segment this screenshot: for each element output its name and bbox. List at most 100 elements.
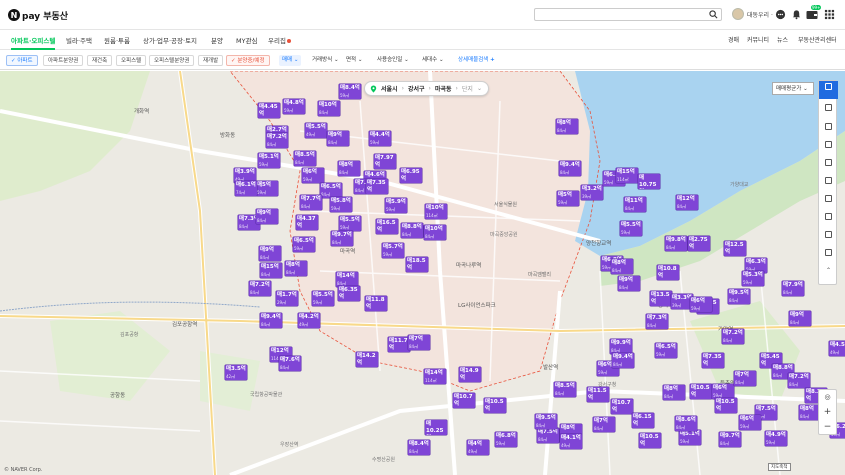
detail-search-button[interactable]: 상세매물검색 + bbox=[458, 55, 495, 66]
price-marker[interactable]: 매6.1억 74㎡ bbox=[235, 181, 257, 196]
user-menu[interactable]: 대동우리 · bbox=[732, 8, 773, 20]
tab-apartment-officetel[interactable]: 아파트·오피스텔 bbox=[11, 35, 56, 50]
price-marker[interactable]: 매10.7억84㎡ bbox=[453, 393, 475, 408]
price-marker[interactable]: 매8억84㎡ bbox=[285, 261, 307, 276]
price-marker[interactable]: 매6.5억 59㎡ bbox=[655, 343, 677, 358]
nav-community[interactable]: 커뮤니티 bbox=[747, 35, 769, 44]
price-marker[interactable]: 매8억84㎡ bbox=[338, 161, 360, 176]
price-marker[interactable]: 매10억 84㎡ bbox=[318, 101, 340, 116]
price-marker[interactable]: 매4.37억59㎡ bbox=[296, 215, 318, 230]
compass-button[interactable]: ◎ bbox=[819, 390, 836, 405]
avatar[interactable] bbox=[732, 8, 744, 20]
tool-cadastral[interactable] bbox=[819, 157, 838, 175]
price-marker[interactable]: 매4.5억 49㎡ bbox=[829, 341, 845, 356]
price-marker[interactable]: 매10억 114㎡ bbox=[425, 204, 447, 219]
price-marker[interactable]: 매10.5억84㎡ bbox=[639, 433, 661, 448]
price-marker[interactable]: 매7억 84㎡ bbox=[408, 335, 430, 350]
price-marker[interactable]: 매7.35억84㎡ bbox=[366, 179, 388, 194]
price-marker[interactable]: 매6억 59㎡ bbox=[739, 415, 761, 430]
chip-presale-upcoming[interactable]: ✓ 분양중/예정 bbox=[226, 55, 270, 66]
price-marker[interactable]: 매9.7억 84㎡ bbox=[719, 432, 741, 447]
tool-collapse[interactable]: ⌃ bbox=[819, 267, 838, 281]
price-marker[interactable]: 매5.7억 59㎡ bbox=[382, 243, 404, 258]
zoom-out-button[interactable]: − bbox=[819, 420, 836, 435]
price-marker[interactable]: 매8.4억 84㎡ bbox=[408, 440, 430, 455]
pay-wallet-button[interactable]: 99+ bbox=[806, 5, 822, 22]
price-marker[interactable]: 매10.5억84㎡ bbox=[715, 398, 737, 413]
map-scale-toggle[interactable]: 지도축척 bbox=[768, 463, 791, 471]
tool-distance[interactable] bbox=[819, 102, 838, 120]
price-marker[interactable]: 매2.75억29㎡ bbox=[688, 236, 710, 251]
tab-presale[interactable]: 분양 bbox=[211, 35, 223, 45]
price-marker[interactable]: 매1.7억 29㎡ bbox=[276, 291, 298, 306]
price-marker[interactable]: 매7.2억 84㎡ bbox=[249, 281, 271, 296]
price-marker[interactable]: 매6억 59㎡ bbox=[690, 297, 712, 312]
price-marker[interactable]: 매14억 114㎡ bbox=[424, 369, 446, 384]
price-marker[interactable]: 매5억 59㎡ bbox=[557, 191, 579, 206]
price-marker[interactable]: 매18.5억114㎡ bbox=[406, 257, 428, 272]
price-marker[interactable]: 매11.8억84㎡ bbox=[365, 296, 387, 311]
price-marker[interactable]: 매7억 84㎡ bbox=[593, 417, 615, 432]
price-marker[interactable]: 매11억 84㎡ bbox=[624, 197, 646, 212]
price-marker[interactable]: 매5.5억 59㎡ bbox=[339, 216, 361, 231]
price-marker[interactable]: 매9억 84㎡ bbox=[618, 276, 640, 291]
price-marker[interactable]: 매4.2억 49㎡ bbox=[298, 313, 320, 328]
price-marker[interactable]: 매7.97억84㎡ bbox=[374, 154, 396, 169]
price-marker[interactable]: 매5억 59㎡ bbox=[256, 181, 278, 196]
price-marker[interactable]: 매9.5억 84㎡ bbox=[728, 289, 750, 304]
dropdown-approval-date[interactable]: 사용승인일 ⌄ bbox=[377, 55, 409, 66]
chip-officetel[interactable]: 오피스텔 bbox=[116, 55, 147, 66]
price-marker[interactable]: 매14.9억114㎡ bbox=[459, 367, 481, 382]
tool-area[interactable] bbox=[819, 121, 838, 139]
price-marker[interactable]: 매5.5억 59㎡ bbox=[620, 221, 642, 236]
map-layer-select[interactable]: 매매평균가 ⌄ bbox=[772, 82, 814, 95]
price-marker[interactable]: 매9억 84㎡ bbox=[259, 246, 281, 261]
price-marker[interactable]: 매4억 49㎡ bbox=[467, 440, 489, 455]
price-marker[interactable]: 매4.45억38㎡ bbox=[258, 103, 280, 118]
tab-villa-house[interactable]: 빌라·주택 bbox=[66, 35, 92, 45]
price-marker[interactable]: 매9.7억 84㎡ bbox=[331, 231, 353, 246]
price-marker[interactable]: 매9.4억 84㎡ bbox=[260, 313, 282, 328]
price-marker[interactable]: 매9.9억 84㎡ bbox=[610, 339, 632, 354]
dropdown-deal-type[interactable]: 매매 ⌄ bbox=[279, 55, 302, 66]
tab-my-interest[interactable]: MY관심 bbox=[236, 35, 258, 45]
price-marker[interactable]: 매8억84㎡ bbox=[556, 119, 578, 134]
nav-auction[interactable]: 경매 bbox=[728, 35, 739, 44]
price-marker[interactable]: 매7억 84㎡ bbox=[734, 371, 756, 386]
nav-agent-center[interactable]: 부동산관리센터 bbox=[798, 35, 837, 44]
price-marker[interactable]: 매12.5억114㎡ bbox=[724, 241, 746, 256]
dropdown-trade-method[interactable]: 거래방식 ⌄ bbox=[312, 55, 339, 66]
breadcrumb-dong[interactable]: 마곡동 bbox=[435, 84, 452, 93]
tool-share[interactable] bbox=[819, 247, 838, 265]
breadcrumb-city[interactable]: 서울시 bbox=[381, 84, 398, 93]
price-marker[interactable]: 매13.5억114㎡ bbox=[650, 291, 672, 306]
price-marker[interactable]: 매7.6억 84㎡ bbox=[279, 356, 301, 371]
map-canvas[interactable]: 개화역 김포공항역 김포공항 공항동 마곡역 발산역 마곡나루역 LG사이언스파… bbox=[0, 71, 845, 475]
search-input[interactable] bbox=[534, 8, 722, 21]
price-marker[interactable]: 매3.5억 42㎡ bbox=[225, 365, 247, 380]
tool-transport[interactable] bbox=[819, 193, 838, 211]
chip-apartment-presale-right[interactable]: 아파트분양권 bbox=[43, 55, 84, 66]
price-marker[interactable]: 매6.8억 59㎡ bbox=[495, 432, 517, 447]
tab-oneroom-tworoom[interactable]: 원룸·투룸 bbox=[104, 35, 130, 45]
bell-icon[interactable] bbox=[791, 9, 802, 20]
price-marker[interactable]: 매5.5억 49㎡ bbox=[305, 123, 327, 138]
price-marker[interactable]: 매6.15억59㎡ bbox=[632, 413, 654, 428]
price-marker[interactable]: 매10.8억84㎡ bbox=[657, 265, 679, 280]
breadcrumb-complex[interactable]: 단지 bbox=[462, 84, 473, 93]
price-marker[interactable]: 매10.75억84㎡ bbox=[638, 174, 660, 189]
price-marker[interactable]: 매7.2억 84㎡ bbox=[266, 133, 288, 148]
tool-satellite[interactable] bbox=[819, 229, 838, 247]
price-marker[interactable]: 매10.5억84㎡ bbox=[484, 398, 506, 413]
dropdown-area[interactable]: 면적 ⌄ bbox=[346, 55, 362, 66]
price-marker[interactable]: 매9.4억 84㎡ bbox=[559, 161, 581, 176]
chip-reconstruction[interactable]: 재건축 bbox=[87, 55, 113, 66]
price-marker[interactable]: 매4.4억 59㎡ bbox=[369, 131, 391, 146]
apps-grid-icon[interactable] bbox=[824, 9, 835, 20]
price-marker[interactable]: 매8억84㎡ bbox=[663, 385, 685, 400]
price-marker[interactable]: 매4.1억 49㎡ bbox=[560, 434, 582, 449]
chip-redevelopment[interactable]: 재개발 bbox=[198, 55, 224, 66]
price-marker[interactable]: 매6억 59㎡ bbox=[712, 384, 734, 399]
price-marker[interactable]: 매4.9억 59㎡ bbox=[765, 431, 787, 446]
price-marker[interactable]: 매8억84㎡ bbox=[611, 259, 633, 274]
